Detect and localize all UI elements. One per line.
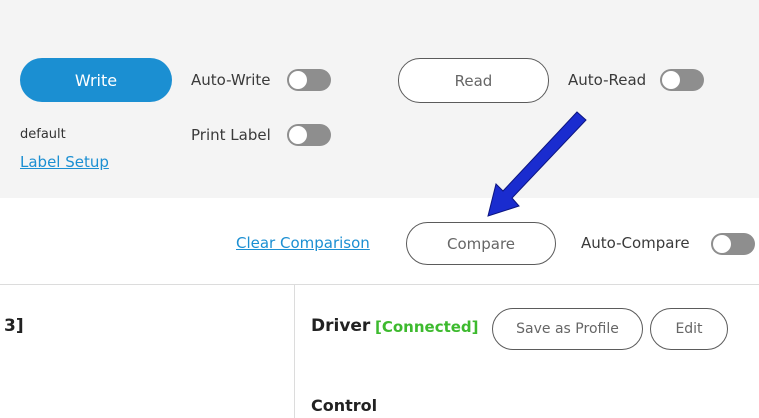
driver-title: Driver — [311, 316, 371, 336]
auto-write-label: Auto-Write — [191, 71, 271, 89]
save-as-profile-button[interactable]: Save as Profile — [492, 308, 643, 350]
read-button[interactable]: Read — [398, 58, 549, 103]
edit-button[interactable]: Edit — [650, 308, 728, 350]
clear-comparison-link[interactable]: Clear Comparison — [236, 234, 370, 252]
print-label-toggle[interactable] — [287, 124, 331, 146]
auto-read-label: Auto-Read — [568, 71, 647, 89]
divider — [0, 284, 759, 285]
column-divider — [294, 285, 295, 418]
connection-status: [Connected] — [375, 318, 479, 336]
toggle-knob — [713, 235, 731, 253]
toggle-knob — [289, 71, 307, 89]
control-heading: Control — [311, 396, 378, 415]
profile-name: default — [20, 127, 66, 142]
label-setup-link[interactable]: Label Setup — [20, 153, 109, 171]
toggle-knob — [289, 126, 307, 144]
auto-compare-label: Auto-Compare — [581, 234, 690, 252]
print-label-label: Print Label — [191, 126, 271, 144]
annotation-arrow-icon — [487, 111, 587, 217]
auto-write-toggle[interactable] — [287, 69, 331, 91]
auto-compare-toggle[interactable] — [711, 233, 755, 255]
compare-button[interactable]: Compare — [406, 222, 556, 265]
auto-read-toggle[interactable] — [660, 69, 704, 91]
write-button[interactable]: Write — [20, 58, 172, 102]
toggle-knob — [662, 71, 680, 89]
left-panel-title: 3] — [4, 316, 24, 336]
